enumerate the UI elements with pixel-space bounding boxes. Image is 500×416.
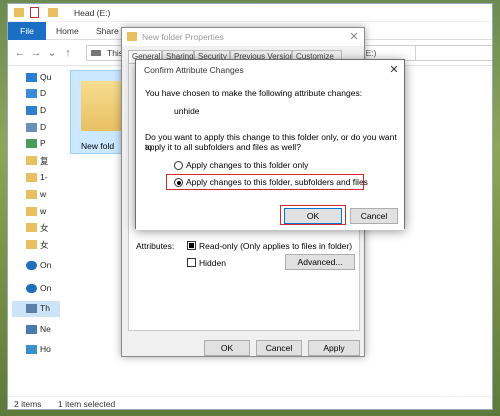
properties-icon[interactable]	[30, 7, 39, 18]
nav-item[interactable]: 1-	[12, 170, 60, 186]
document-icon	[26, 123, 37, 132]
up-button[interactable]: ↑	[62, 46, 74, 60]
attributes-label: Attributes:	[136, 241, 175, 251]
nav-item[interactable]: Ne	[12, 322, 60, 338]
tab-file[interactable]: File	[8, 22, 46, 40]
close-icon[interactable]: ✕	[346, 30, 362, 44]
folder-icon	[26, 173, 37, 182]
watermark-logo: Bai du	[396, 374, 452, 394]
homegroup-icon	[26, 345, 37, 354]
nav-item[interactable]: 女	[12, 220, 60, 236]
nav-item-label: 复	[40, 156, 49, 166]
folder-icon	[26, 207, 37, 216]
tab-home[interactable]: Home	[56, 22, 79, 40]
nav-item-label: 1-	[40, 172, 48, 182]
folder-icon	[26, 156, 37, 165]
nav-item-label: Th	[40, 303, 50, 313]
folder-icon	[26, 223, 37, 232]
nav-item[interactable]: On	[12, 258, 60, 274]
nav-item-label: 女	[40, 223, 49, 233]
watermark-url: jingyan.baidu.com	[420, 396, 477, 403]
folder-name: New fold	[81, 141, 115, 151]
nav-item[interactable]: D	[12, 120, 60, 136]
confirm-attribute-dialog: Confirm Attribute Changes ✕ You have cho…	[135, 59, 405, 230]
forward-button[interactable]: →	[30, 46, 42, 60]
attribute-change: unhide	[174, 106, 200, 116]
readonly-checkbox[interactable]	[187, 241, 196, 250]
network-icon	[26, 325, 37, 334]
nav-item[interactable]: D	[12, 86, 60, 102]
folder-icon	[26, 190, 37, 199]
nav-item-label: D	[40, 88, 47, 98]
properties-title: New folder Properties	[142, 32, 224, 42]
confirm-question-line2: apply it to all subfolders and files as …	[145, 142, 301, 152]
tab-share[interactable]: Share	[96, 22, 119, 40]
confirm-title: Confirm Attribute Changes	[144, 65, 244, 75]
nav-item-label: Ho	[40, 344, 51, 354]
nav-item-label: Qu	[40, 72, 52, 82]
nav-item-label: w	[40, 206, 47, 216]
cloud-icon	[26, 284, 37, 293]
nav-item-label: Ne	[40, 324, 51, 334]
hidden-label: Hidden	[199, 258, 226, 268]
new-folder-icon[interactable]	[48, 8, 58, 17]
nav-item[interactable]: 复	[12, 153, 60, 169]
nav-item-label: On	[40, 283, 52, 293]
nav-item[interactable]: w	[12, 204, 60, 220]
confirm-intro: You have chosen to make the following at…	[145, 88, 363, 98]
nav-item-label: D	[40, 105, 47, 115]
desktop-icon	[26, 89, 37, 98]
selection-count: 1 item selected	[58, 399, 116, 409]
back-button[interactable]: ←	[14, 46, 26, 60]
readonly-label: Read-only (Only applies to files in fold…	[199, 241, 353, 251]
folder-item[interactable]: New fold	[70, 70, 128, 154]
explorer-titlebar: Head (E:)	[8, 4, 492, 22]
option-folder-only-label: Apply changes to this folder only	[186, 160, 309, 170]
properties-ok-button[interactable]: OK	[204, 340, 250, 356]
pc-icon	[26, 304, 37, 313]
nav-item[interactable]: On	[12, 281, 60, 297]
nav-item-label: w	[40, 189, 47, 199]
nav-item-label: On	[40, 260, 52, 270]
nav-item-label: P	[40, 138, 46, 148]
radio-folder-only[interactable]	[174, 161, 183, 170]
folder-icon	[127, 32, 137, 41]
folder-icon	[26, 240, 37, 249]
properties-cancel-button[interactable]: Cancel	[256, 340, 302, 356]
confirm-ok-button[interactable]: OK	[284, 208, 342, 224]
hidden-checkbox[interactable]	[187, 258, 196, 267]
nav-item[interactable]: P	[12, 136, 60, 152]
download-icon	[26, 106, 37, 115]
nav-item-label: D	[40, 122, 47, 132]
nav-item[interactable]: w	[12, 187, 60, 203]
nav-item[interactable]: Qu	[12, 70, 60, 86]
nav-item[interactable]: 女	[12, 237, 60, 253]
close-icon[interactable]: ✕	[386, 63, 402, 77]
nav-item[interactable]: Th	[12, 301, 60, 317]
option-apply-all-label: Apply changes to this folder, subfolders…	[186, 177, 368, 187]
navigation-pane: Qu D D D P 复 1- w w 女女 On On Th Ne Ho	[8, 66, 60, 396]
nav-item[interactable]: Ho	[12, 342, 60, 358]
radio-apply-all[interactable]	[174, 178, 183, 187]
recent-locations-button[interactable]: ⌄	[46, 46, 58, 60]
drive-icon	[91, 50, 101, 56]
advanced-button[interactable]: Advanced...	[285, 254, 355, 270]
pictures-icon	[26, 139, 37, 148]
properties-titlebar: New folder Properties ✕	[122, 28, 364, 46]
apply-button[interactable]: Apply	[308, 340, 360, 356]
explorer-title: Head (E:)	[74, 8, 111, 18]
star-icon	[26, 73, 37, 82]
confirm-body: You have chosen to make the following at…	[136, 80, 404, 230]
confirm-titlebar: Confirm Attribute Changes ✕	[136, 60, 404, 80]
cloud-icon	[26, 261, 37, 270]
nav-item[interactable]: D	[12, 103, 60, 119]
folder-icon	[81, 81, 121, 131]
confirm-cancel-button[interactable]: Cancel	[350, 208, 398, 224]
item-count: 2 items	[14, 399, 42, 409]
folder-icon	[14, 8, 24, 17]
nav-item-label: 女	[40, 240, 49, 250]
